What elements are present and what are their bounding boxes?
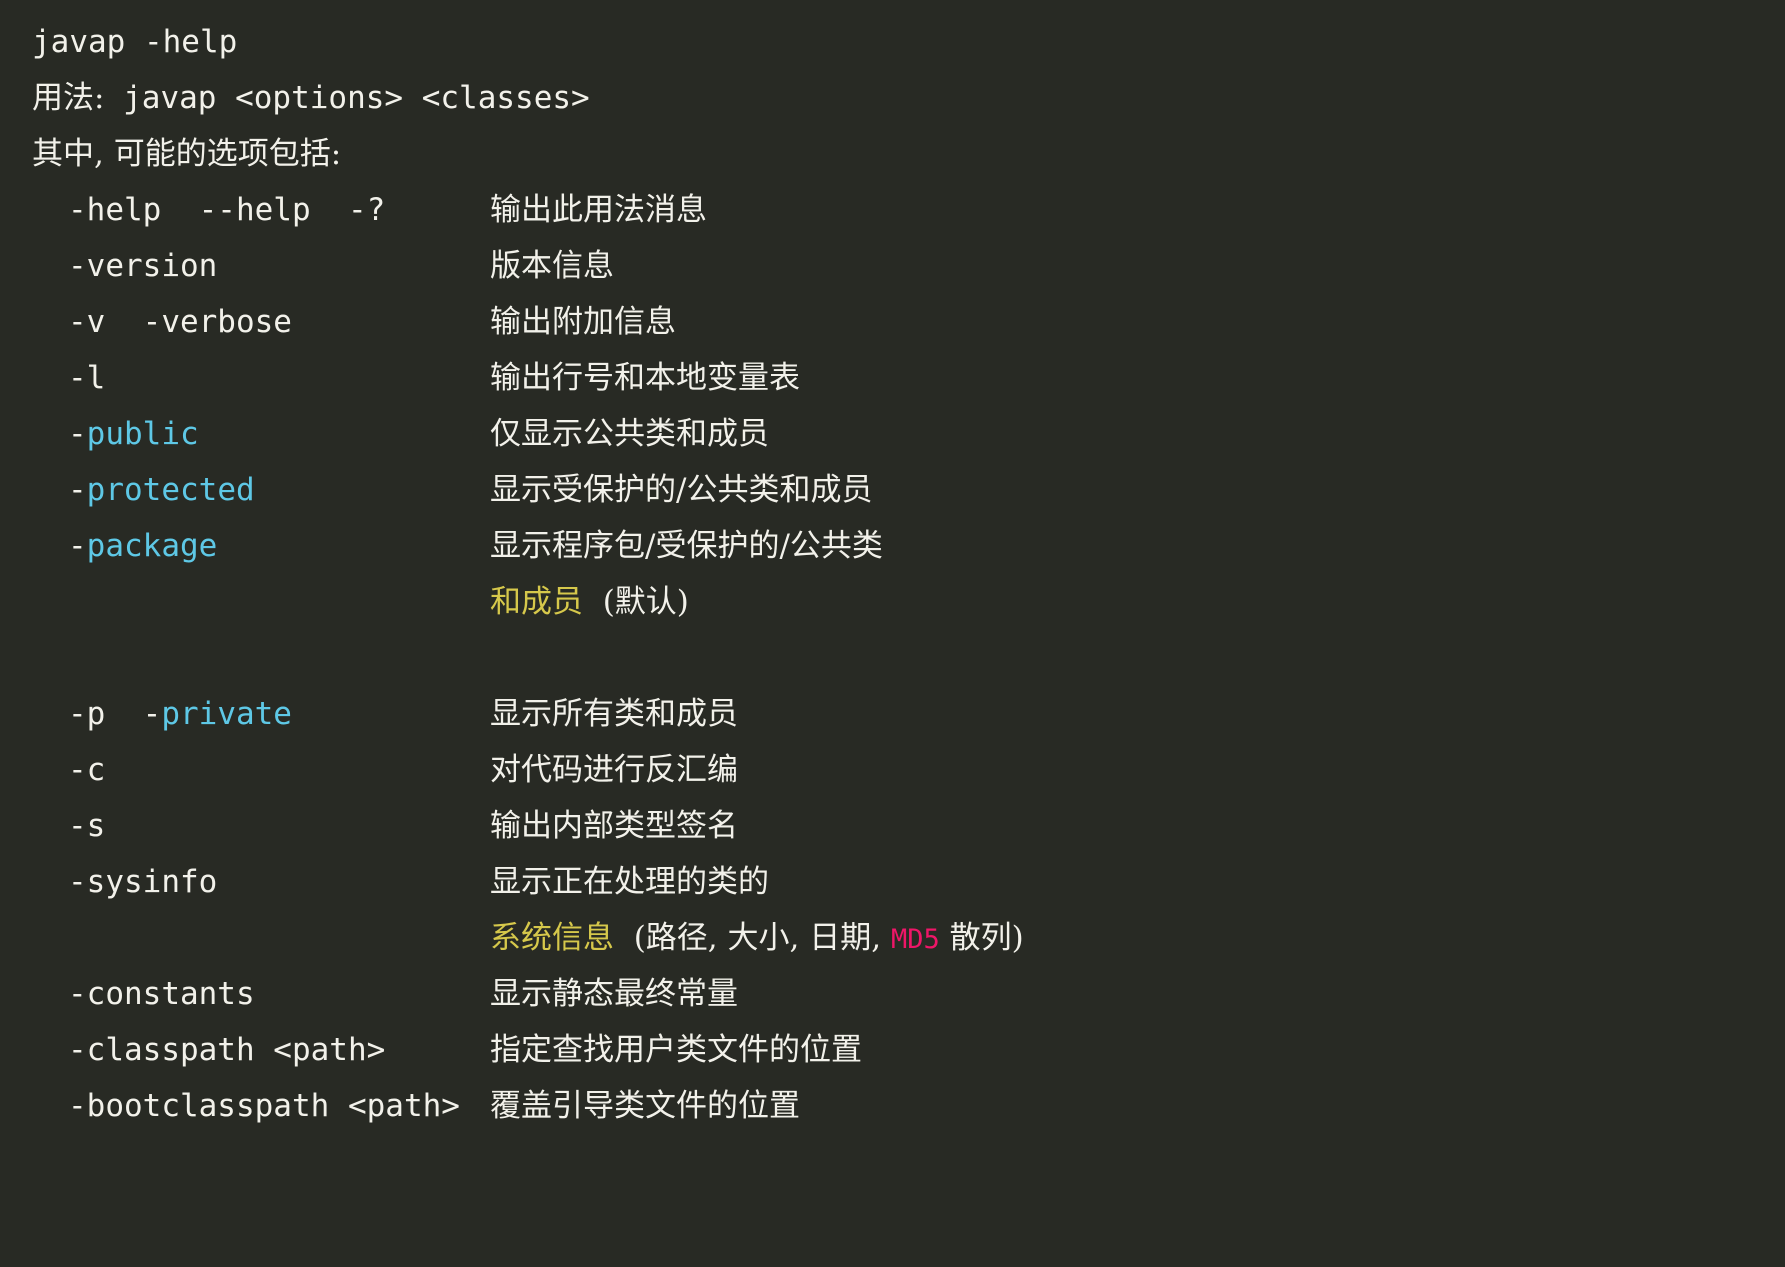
option-desc-s: 输出内部类型签名 — [490, 808, 738, 844]
option-row: -l 输出行号和本地变量表 — [32, 350, 1785, 406]
options-intro-line: 其中, 可能的选项包括: — [32, 126, 1785, 182]
option-desc-version: 版本信息 — [490, 248, 614, 284]
option-flag-classpath: -classpath <path> — [68, 1032, 386, 1068]
option-desc-verbose: 输出附加信息 — [490, 304, 676, 340]
flag-dash: - — [142, 696, 162, 732]
command-line: javap -help — [32, 14, 1785, 70]
option-desc-sysinfo: 显示正在处理的类的 — [490, 864, 769, 900]
option-desc-bootclasspath: 覆盖引导类文件的位置 — [490, 1088, 800, 1124]
flag-short-p: -p — [68, 696, 143, 732]
desc-sysinfo-prefix: (路径, 大小, 日期, — [614, 920, 891, 956]
option-flag-constants: -constants — [68, 976, 255, 1012]
option-flag-c: -c — [68, 752, 106, 788]
option-flag-s: -s — [68, 808, 106, 844]
option-row: -v -verbose 输出附加信息 — [32, 294, 1785, 350]
option-flag-private: -p -private — [32, 686, 490, 742]
option-row: -public 仅显示公共类和成员 — [32, 406, 1785, 462]
option-desc-l: 输出行号和本地变量表 — [490, 360, 800, 396]
flag-keyword-protected: protected — [86, 472, 255, 508]
option-flag-verbose: -v -verbose — [68, 304, 292, 340]
option-row: -help --help -? 输出此用法消息 — [32, 182, 1785, 238]
option-row: -p -private 显示所有类和成员 — [32, 686, 1785, 742]
option-desc-continuation-row: 系统信息 (路径, 大小, 日期, MD5 散列) — [32, 910, 1785, 966]
option-desc-protected: 显示受保护的/公共类和成员 — [490, 472, 873, 508]
option-desc-package: 显示程序包/受保护的/公共类 — [490, 528, 883, 564]
option-desc-continuation-row: 和成员 (默认) — [32, 574, 1785, 630]
option-row: -protected 显示受保护的/公共类和成员 — [32, 462, 1785, 518]
option-desc-c: 对代码进行反汇编 — [490, 752, 738, 788]
option-desc-help: 输出此用法消息 — [490, 192, 707, 228]
option-row: -package 显示程序包/受保护的/公共类 — [32, 518, 1785, 574]
flag-dash: - — [68, 472, 87, 508]
option-desc-private: 显示所有类和成员 — [490, 696, 738, 732]
flag-keyword-public: public — [86, 416, 199, 452]
option-row: -classpath <path> 指定查找用户类文件的位置 — [32, 1022, 1785, 1078]
option-row: -constants 显示静态最终常量 — [32, 966, 1785, 1022]
option-flag-bootclasspath: -bootclasspath <path> — [68, 1088, 460, 1124]
option-flag-sysinfo: -sysinfo — [68, 864, 218, 900]
option-flag-version: -version — [68, 248, 218, 284]
usage-value: javap <options> <classes> — [104, 80, 590, 116]
option-row: -bootclasspath <path> 覆盖引导类文件的位置 — [32, 1078, 1785, 1134]
option-flag-public: -public — [32, 406, 490, 462]
option-desc-package-continued: 和成员 (默认) — [490, 574, 689, 630]
desc-sysinfo-suffix: 散列) — [939, 920, 1024, 956]
option-flag-l: -l — [68, 360, 106, 396]
option-desc-constants: 显示静态最终常量 — [490, 976, 738, 1012]
terminal-output-pane: javap -help 用法: javap <options> <classes… — [0, 0, 1785, 1267]
option-flag-help: -help --help -? — [68, 192, 386, 228]
desc-highlight-members: 和成员 — [490, 584, 583, 620]
desc-accent-md5: MD5 — [890, 924, 940, 955]
option-row: -sysinfo 显示正在处理的类的 — [32, 854, 1785, 910]
option-row: -c 对代码进行反汇编 — [32, 742, 1785, 798]
option-desc-classpath: 指定查找用户类文件的位置 — [490, 1032, 862, 1068]
flag-dash: - — [68, 416, 87, 452]
options-intro-text: 其中, 可能的选项包括: — [32, 136, 342, 172]
flag-keyword-private: private — [161, 696, 292, 732]
command-text: javap -help — [32, 24, 238, 60]
option-desc-public: 仅显示公共类和成员 — [490, 416, 769, 452]
usage-label: 用法: — [32, 80, 105, 116]
usage-line: 用法: javap <options> <classes> — [32, 70, 1785, 126]
desc-highlight-sysinfo: 系统信息 — [490, 920, 614, 956]
option-row: -s 输出内部类型签名 — [32, 798, 1785, 854]
option-row: -version 版本信息 — [32, 238, 1785, 294]
flag-dash: - — [68, 528, 87, 564]
option-desc-sysinfo-continued: 系统信息 (路径, 大小, 日期, MD5 散列) — [490, 910, 1024, 968]
flag-keyword-package: package — [86, 528, 218, 564]
desc-default-note: (默认) — [583, 584, 689, 620]
option-flag-package: -package — [32, 518, 490, 574]
option-flag-protected: -protected — [32, 462, 490, 518]
